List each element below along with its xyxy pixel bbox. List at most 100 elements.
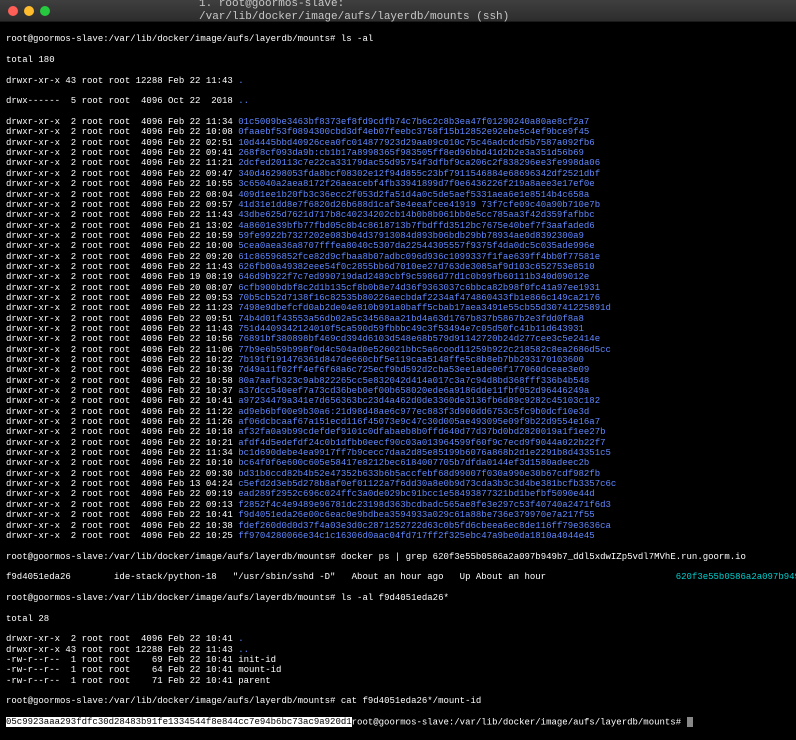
dir-entry: 7b191f191476361d847de660cbf5e119caa5148f… (238, 355, 584, 365)
shell-prompt: root@goormos-slave:/var/lib/docker/image… (352, 717, 687, 727)
shell-prompt: root@goormos-slave:/var/lib/docker/image… (6, 696, 341, 706)
dir-entry: 3c65040a2aea8172f26aeacebf4fb33941899d7f… (238, 179, 594, 189)
dir-entry: c5efd2d3eb5d278b8af0ef01122a7f6dd30a8e0b… (238, 479, 616, 489)
ls-stat: drwxr-xr-x 2 root root 4096 Feb 22 10:41 (6, 510, 238, 520)
ls-stat: drwxr-xr-x 2 root root 4096 Feb 22 10:38 (6, 521, 238, 531)
dir-entry: 626fb00a49382eee54f0c2855bb6d7010ee27d76… (238, 262, 594, 272)
dir-entry: ead289f2952c696c024ffc3a0de029bc91bcc1e5… (238, 489, 594, 499)
dir-entry: 2dcfed20113c7e22ca33179dac55d95754f3dfbf… (238, 158, 600, 168)
ls-stat: drwxr-xr-x 2 root root 4096 Feb 22 11:43 (6, 262, 238, 272)
titlebar: 1. root@goormos-slave: /var/lib/docker/i… (0, 0, 796, 22)
shell-prompt: root@goormos-slave:/var/lib/docker/image… (6, 34, 341, 44)
dir-entry: 77b9e6b59b998f0d4c504ad0e526021bbc5a6coo… (238, 345, 611, 355)
ls-stat: -rw-r--r-- 1 root root 64 Feb 22 10:41 (6, 665, 238, 675)
ls-stat: -rw-r--r-- 1 root root 69 Feb 22 10:41 (6, 655, 238, 665)
ls-stat: drwxr-xr-x 2 root root 4096 Feb 22 11:34 (6, 448, 238, 458)
ls-stat: drwxr-xr-x 2 root root 4096 Feb 19 08:19 (6, 272, 238, 282)
dir-entry: 43dbe625d7621d717b8c40234202cb14b0b8b061… (238, 210, 594, 220)
dir-entry: 76891bf380898bf469cd394d6103d548e68b579d… (238, 334, 600, 344)
zoom-icon[interactable] (40, 6, 50, 16)
ls-stat: drwxr-xr-x 2 root root 4096 Feb 22 09:30 (6, 469, 238, 479)
total-line: total 28 (6, 614, 790, 624)
dir-entry: . (238, 634, 243, 644)
dir-entry: 409d1ee1b20fb3c36ecc2f053d2fa51d4a0c5de5… (238, 190, 589, 200)
dir-entry: bd31b0ccd82b4b52e47352b633b6b5accfebf68d… (238, 469, 600, 479)
dir-entry: afdf4d5edefdf24c0b1dfbb0eecf90c03a013964… (238, 438, 605, 448)
file-entry: parent (238, 676, 270, 686)
ls-stat: drwxr-xr-x 2 root root 4096 Feb 22 09:20 (6, 252, 238, 262)
ps-output: f9d4051eda26 ide-stack/python-18 "/usr/s… (6, 572, 676, 582)
ls-stat: drwxr-xr-x 2 root root 4096 Feb 22 10:59 (6, 231, 238, 241)
ls-stat: drwxr-xr-x 2 root root 4096 Feb 22 09:13 (6, 500, 238, 510)
dir-entry: 268f8cf093da9b:cb1b17a8998365f983505ff8e… (238, 148, 584, 158)
ls-stat: drwxr-xr-x 43 root root 12288 Feb 22 11:… (6, 645, 238, 655)
ls-stat: drwxr-xr-x 2 root root 4096 Feb 22 10:37 (6, 386, 238, 396)
ls-stat: drwxr-xr-x 2 root root 4096 Feb 22 09:53 (6, 293, 238, 303)
ls-stat: drwxr-xr-x 2 root root 4096 Feb 22 10:18 (6, 427, 238, 437)
dir-entry: 70b5cb52d7138f16c82535b80226aecbdaf2234a… (238, 293, 600, 303)
dir-entry: 0faaebf53f0894300cbd3df4eb07feebc3758f15… (238, 127, 589, 137)
ls-stat: drwxr-xr-x 2 root root 4096 Feb 22 10:58 (6, 376, 238, 386)
ls-stat: drwxr-xr-x 2 root root 4096 Feb 22 10:08 (6, 127, 238, 137)
ls-stat: drwxr-xr-x 2 root root 4096 Feb 22 10:00 (6, 241, 238, 251)
dir-entry: a37dcc540eef7a73cd36beb0ef00b658020ede6a… (238, 386, 589, 396)
dir-entry: 41d31e1dd8e7f6820d26b688d1caf3e4eeafcee4… (238, 200, 600, 210)
ls-stat: drwxr-xr-x 2 root root 4096 Feb 22 10:55 (6, 179, 238, 189)
dir-entry: 61c86596852fce82d9cfbaa8b07adbc096d936c1… (238, 252, 600, 262)
dir-entry: 751d4409342124010f5ca590d59fbbbc49c3f534… (238, 324, 584, 334)
dir-entry: f9d4051eda26e00c6eac0e9bdbea3594933a029c… (238, 510, 594, 520)
dir-entry: 80a7aafb323c9ab822265cc5e832042d414a017c… (238, 376, 589, 386)
shell-prompt: root@goormos-slave:/var/lib/docker/image… (6, 552, 341, 562)
dir-parent: .. (238, 96, 249, 106)
dir-entry: ad9eb6bf00e9b30a6:21d98d48ae6c977ec883f3… (238, 407, 589, 417)
dir-entry: 646d9b922f7c7ed990719dad2489cbf9c5986d77… (238, 272, 589, 282)
ls-stat: drwx------ 5 root root 4096 Oct 22 2018 (6, 96, 238, 106)
ls-stat: drwxr-xr-x 2 root root 4096 Feb 21 13:02 (6, 221, 238, 231)
cursor-icon (687, 717, 693, 727)
dir-entry: a97234479a341e7d656363bc23d4a462d0de3360… (238, 396, 600, 406)
ls-stat: drwxr-xr-x 2 root root 4096 Feb 22 11:23 (6, 303, 238, 313)
ls-stat: drwxr-xr-x 2 root root 4096 Feb 22 11:43 (6, 210, 238, 220)
minimize-icon[interactable] (24, 6, 34, 16)
ls-stat: drwxr-xr-x 2 root root 4096 Feb 22 10:22 (6, 355, 238, 365)
cat-output: 05c9923aaa293fdfc30d28483b91fe1334544f8e… (6, 717, 352, 727)
ls-stat: drwxr-xr-x 2 root root 4096 Feb 22 10:25 (6, 531, 238, 541)
command-input: cat f9d4051eda26*/mount-id (341, 696, 481, 706)
dir-entry: 74b4d01f43553a56db02a5c34568aa21bd4a63d1… (238, 314, 584, 324)
ls-stat: drwxr-xr-x 2 root root 4096 Feb 22 02:51 (6, 138, 238, 148)
dir-entry: 6cfb900bdbf8c2d1b135cf8b0b8e74d36f936303… (238, 283, 600, 293)
terminal[interactable]: root@goormos-slave:/var/lib/docker/image… (0, 22, 796, 740)
container-name: 620f3e55b0586a2a097b949b7_ddl5xdwIZp5vdl… (676, 572, 796, 582)
command-input: docker ps | grep 620f3e55b0586a2a097b949… (341, 552, 746, 562)
dir-entry: 5cea0aea36a8707fffea8040c5307da225443055… (238, 241, 594, 251)
ls-stat: drwxr-xr-x 2 root root 4096 Feb 20 08:07 (6, 283, 238, 293)
ls-stat: -rw-r--r-- 1 root root 71 Feb 22 10:41 (6, 676, 238, 686)
dir-entry: 340d46298053fda8bcf08302e12f94d855c23bf7… (238, 169, 600, 179)
ls-stat: drwxr-xr-x 2 root root 4096 Feb 22 09:41 (6, 148, 238, 158)
dir-entry: ff9704280066e34c1c16306d0aac04fd717ff2f3… (238, 531, 594, 541)
dir-entry: .. (238, 645, 249, 655)
command-input: ls -al f9d4051eda26* (341, 593, 449, 603)
ls-stat: drwxr-xr-x 2 root root 4096 Feb 22 11:26 (6, 417, 238, 427)
dir-entry: 10d4445bbd40926cea0fc014877923d29aa09c01… (238, 138, 594, 148)
dir-entry: bc1d690debe4ea9917ff7b9cecc7daa2d85e8519… (238, 448, 611, 458)
dir-entry: 59fe9922b7327202e083b04d37913084d893b06b… (238, 231, 584, 241)
ls-stat: drwxr-xr-x 2 root root 4096 Feb 22 11:22 (6, 407, 238, 417)
ls-stat: drwxr-xr-x 2 root root 4096 Feb 13 04:24 (6, 479, 238, 489)
dir-entry: 7d49a11f02ff4ef6f68a6c725ecf9bd592d2cba5… (238, 365, 589, 375)
window-title: 1. root@goormos-slave: /var/lib/docker/i… (199, 0, 597, 23)
command-input: ls -al (341, 34, 373, 44)
dir-self: . (238, 76, 243, 86)
ls-stat: drwxr-xr-x 2 root root 4096 Feb 22 10:41 (6, 396, 238, 406)
ls-stat: drwxr-xr-x 2 root root 4096 Feb 22 10:39 (6, 365, 238, 375)
close-icon[interactable] (8, 6, 18, 16)
dir-entry: 01c5009be3463bf8373ef8fd9cdfb74c7b6c2c8b… (238, 117, 589, 127)
dir-entry: af32fa0a9b99cdefdef9101c0dfabaeb8b0ffd64… (238, 427, 605, 437)
ls-stat: drwxr-xr-x 2 root root 4096 Feb 22 11:21 (6, 158, 238, 168)
file-entry: mount-id (238, 665, 281, 675)
ls-stat: drwxr-xr-x 2 root root 4096 Feb 22 10:21 (6, 438, 238, 448)
ls-stat: drwxr-xr-x 2 root root 4096 Feb 22 09:51 (6, 314, 238, 324)
file-entry: init-id (238, 655, 276, 665)
ls-stat: drwxr-xr-x 2 root root 4096 Feb 22 10:41 (6, 634, 238, 644)
dir-entry: fdef260d0d0d37f4a03e3d0c2871252722d63c0b… (238, 521, 611, 531)
